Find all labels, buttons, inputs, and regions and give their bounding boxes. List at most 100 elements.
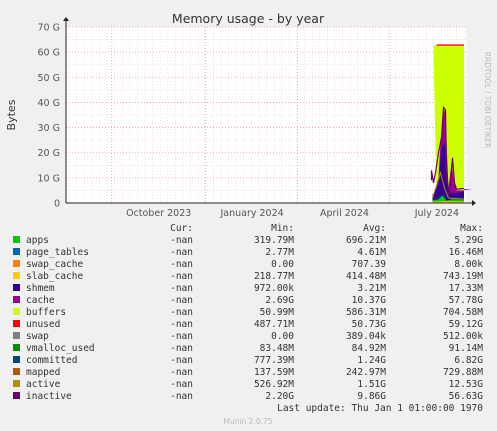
legend-header-max: Max: bbox=[460, 223, 483, 234]
legend-cur: -nan bbox=[170, 379, 193, 390]
legend-min: 83.48M bbox=[260, 343, 295, 354]
legend-avg: 389.04k bbox=[346, 331, 386, 342]
legend-cur: -nan bbox=[170, 307, 193, 318]
legend-name: slab_cache bbox=[26, 271, 83, 282]
legend-min: 137.59M bbox=[254, 367, 294, 378]
legend-header-avg: Avg: bbox=[363, 223, 386, 234]
legend-swatch-shmem bbox=[13, 284, 20, 291]
legend-max: 59.12G bbox=[449, 319, 484, 330]
legend-header-cur: Cur: bbox=[170, 223, 193, 234]
legend-avg: 586.31M bbox=[346, 307, 386, 318]
legend-swatch-mapped bbox=[13, 368, 20, 375]
legend-name: shmem bbox=[26, 283, 55, 294]
y-tick-label: 50 G bbox=[38, 73, 60, 84]
legend-swatch-cache bbox=[13, 296, 20, 303]
legend-max: 12.53G bbox=[449, 379, 484, 390]
legend-swatch-unused bbox=[13, 320, 20, 327]
legend-min: 777.39M bbox=[254, 355, 294, 366]
legend-swatch-apps bbox=[13, 236, 20, 243]
legend-avg: 9.86G bbox=[357, 391, 386, 402]
legend-cur: -nan bbox=[170, 391, 193, 402]
legend-cur: -nan bbox=[170, 319, 193, 330]
legend-min: 972.00k bbox=[254, 283, 294, 294]
legend-cur: -nan bbox=[170, 343, 193, 354]
legend-min: 2.20G bbox=[265, 391, 294, 402]
legend-min: 218.77M bbox=[254, 271, 294, 282]
legend-max: 512.00k bbox=[443, 331, 483, 342]
legend-cur: -nan bbox=[170, 355, 193, 366]
legend-max: 17.33M bbox=[449, 283, 484, 294]
last-update: Last update: Thu Jan 1 01:00:00 1970 bbox=[277, 403, 483, 414]
legend-swatch-committed bbox=[13, 356, 20, 363]
legend-max: 8.00k bbox=[454, 259, 483, 270]
legend-cur: -nan bbox=[170, 235, 193, 246]
legend-min: 2.77M bbox=[265, 247, 294, 258]
legend-avg: 10.37G bbox=[352, 295, 387, 306]
watermark: RRDTOOL / TOBI OETIKER bbox=[483, 52, 492, 149]
legend-cur: -nan bbox=[170, 367, 193, 378]
legend-swatch-inactive bbox=[13, 392, 20, 399]
legend-avg: 1.24G bbox=[357, 355, 386, 366]
legend-max: 5.29G bbox=[454, 235, 483, 246]
legend-name: apps bbox=[26, 235, 49, 246]
y-tick-label: 40 G bbox=[38, 98, 60, 109]
legend-min: 0.00 bbox=[271, 259, 294, 270]
legend-name: page_tables bbox=[26, 247, 89, 258]
legend-swatch-page-tables bbox=[13, 248, 20, 255]
legend-name: cache bbox=[26, 295, 55, 306]
y-tick-label: 30 G bbox=[38, 123, 60, 134]
legend-swatch-buffers bbox=[13, 308, 20, 315]
legend-cur: -nan bbox=[170, 259, 193, 270]
x-tick-label: April 2024 bbox=[320, 208, 369, 219]
x-tick-label: January 2024 bbox=[219, 208, 283, 219]
legend-name: mapped bbox=[26, 367, 60, 378]
legend-max: 743.19M bbox=[443, 271, 483, 282]
legend-name: swap bbox=[26, 331, 49, 342]
legend-swatch-vmalloc-used bbox=[13, 344, 20, 351]
legend-max: 6.82G bbox=[454, 355, 483, 366]
legend-swatch-swap-cache bbox=[13, 260, 20, 267]
legend-name: vmalloc_used bbox=[26, 343, 95, 354]
y-axis-label: Bytes bbox=[5, 99, 18, 130]
legend-header-min: Min: bbox=[271, 223, 294, 234]
legend-name: inactive bbox=[26, 391, 72, 402]
legend-name: buffers bbox=[26, 307, 66, 318]
x-tick-label: October 2023 bbox=[126, 208, 191, 219]
legend-max: 57.78G bbox=[449, 295, 484, 306]
y-tick-label: 70 G bbox=[38, 23, 60, 34]
legend-avg: 1.51G bbox=[357, 379, 386, 390]
legend-max: 91.14M bbox=[449, 343, 484, 354]
legend-cur: -nan bbox=[170, 247, 193, 258]
legend-min: 2.69G bbox=[265, 295, 294, 306]
y-tick-label: 10 G bbox=[38, 173, 60, 184]
legend-cur: -nan bbox=[170, 295, 193, 306]
legend-max: 704.58M bbox=[443, 307, 483, 318]
legend-name: swap_cache bbox=[26, 259, 83, 270]
legend-cur: -nan bbox=[170, 331, 193, 342]
legend-cur: -nan bbox=[170, 271, 193, 282]
legend-avg: 242.97M bbox=[346, 367, 386, 378]
legend-max: 16.46M bbox=[449, 247, 484, 258]
legend-min: 526.92M bbox=[254, 379, 294, 390]
y-tick-label: 20 G bbox=[38, 148, 60, 159]
legend-max: 56.63G bbox=[449, 391, 484, 402]
legend-avg: 3.21M bbox=[357, 283, 386, 294]
legend-min: 0.00 bbox=[271, 331, 294, 342]
legend-min: 50.99M bbox=[260, 307, 295, 318]
chart-title: Memory usage - by year bbox=[172, 11, 325, 26]
legend-avg: 4.61M bbox=[357, 247, 386, 258]
legend-avg: 50.73G bbox=[352, 319, 387, 330]
legend-swatch-active bbox=[13, 380, 20, 387]
footer-version: Munin 2.0.75 bbox=[223, 417, 272, 426]
legend-name: unused bbox=[26, 319, 60, 330]
y-tick-label: 60 G bbox=[38, 48, 60, 59]
legend-avg: 696.21M bbox=[346, 235, 386, 246]
legend-avg: 84.92M bbox=[352, 343, 387, 354]
legend-min: 319.79M bbox=[254, 235, 294, 246]
legend-max: 729.88M bbox=[443, 367, 483, 378]
memory-usage-chart: 0 10 G 20 G 30 G 40 G 50 G 60 G 70 G October 202… bbox=[0, 0, 497, 431]
x-tick-label: July 2024 bbox=[414, 208, 459, 219]
legend-name: committed bbox=[26, 355, 77, 366]
legend-swatch-swap bbox=[13, 332, 20, 339]
legend-cur: -nan bbox=[170, 283, 193, 294]
